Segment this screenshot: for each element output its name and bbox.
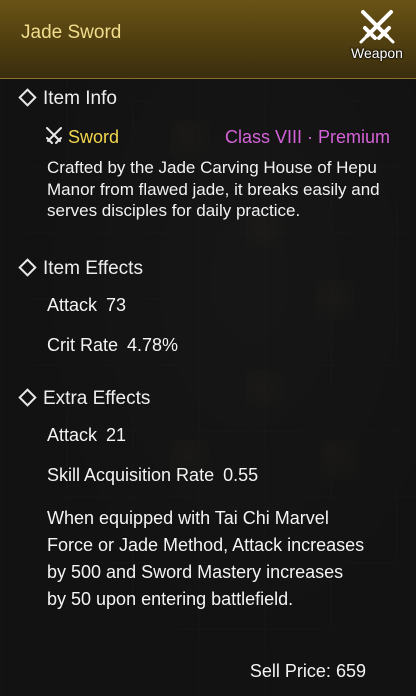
item-tooltip: Jade Sword Weapon Item Info Sword Class … xyxy=(0,0,416,696)
stat-label: Skill Acquisition Rate xyxy=(47,465,215,485)
crossed-swords-icon xyxy=(44,126,64,151)
weapon-type-badge: Weapon xyxy=(346,8,408,68)
weapon-badge-label: Weapon xyxy=(351,45,403,61)
stat-crit-rate: Crit Rate 4.78% xyxy=(47,335,178,356)
stat-value: 0.55 xyxy=(223,465,259,485)
sell-price: Sell Price: 659 xyxy=(250,661,366,682)
item-description: Crafted by the Jade Carving House of Hep… xyxy=(47,158,380,220)
crossed-swords-icon xyxy=(359,10,395,44)
stat-label: Attack xyxy=(47,425,98,445)
section-title: Item Info xyxy=(43,88,117,109)
weapon-type-row: Sword xyxy=(44,126,119,151)
item-name: Jade Sword xyxy=(21,22,122,43)
section-item-info: Item Info xyxy=(18,88,117,110)
tooltip-header: Jade Sword Weapon xyxy=(0,0,416,79)
diamond-bullet-icon xyxy=(18,388,37,408)
sell-price-label: Sell Price: xyxy=(249,661,331,681)
set-effect-description: When equipped with Tai Chi Marvel Force … xyxy=(47,508,365,609)
stat-label: Attack xyxy=(47,295,98,315)
stat-value: 73 xyxy=(106,295,127,315)
extra-stat-attack: Attack 21 xyxy=(47,425,126,446)
diamond-bullet-icon xyxy=(18,88,37,108)
stat-label: Crit Rate xyxy=(47,335,119,355)
item-grade: Class VIII · Premium xyxy=(224,127,390,147)
diamond-bullet-icon xyxy=(18,258,37,278)
section-extra-effects: Extra Effects xyxy=(18,388,150,410)
stat-value: 21 xyxy=(106,425,127,445)
section-title: Extra Effects xyxy=(43,388,151,409)
section-item-effects: Item Effects xyxy=(18,258,143,280)
weapon-type: Sword xyxy=(68,127,120,147)
stat-value: 4.78% xyxy=(127,335,179,355)
section-title: Item Effects xyxy=(43,258,143,279)
stat-attack: Attack 73 xyxy=(47,295,126,316)
sell-price-value: 659 xyxy=(335,661,366,681)
extra-stat-skill-acquisition-rate: Skill Acquisition Rate 0.55 xyxy=(47,465,258,486)
